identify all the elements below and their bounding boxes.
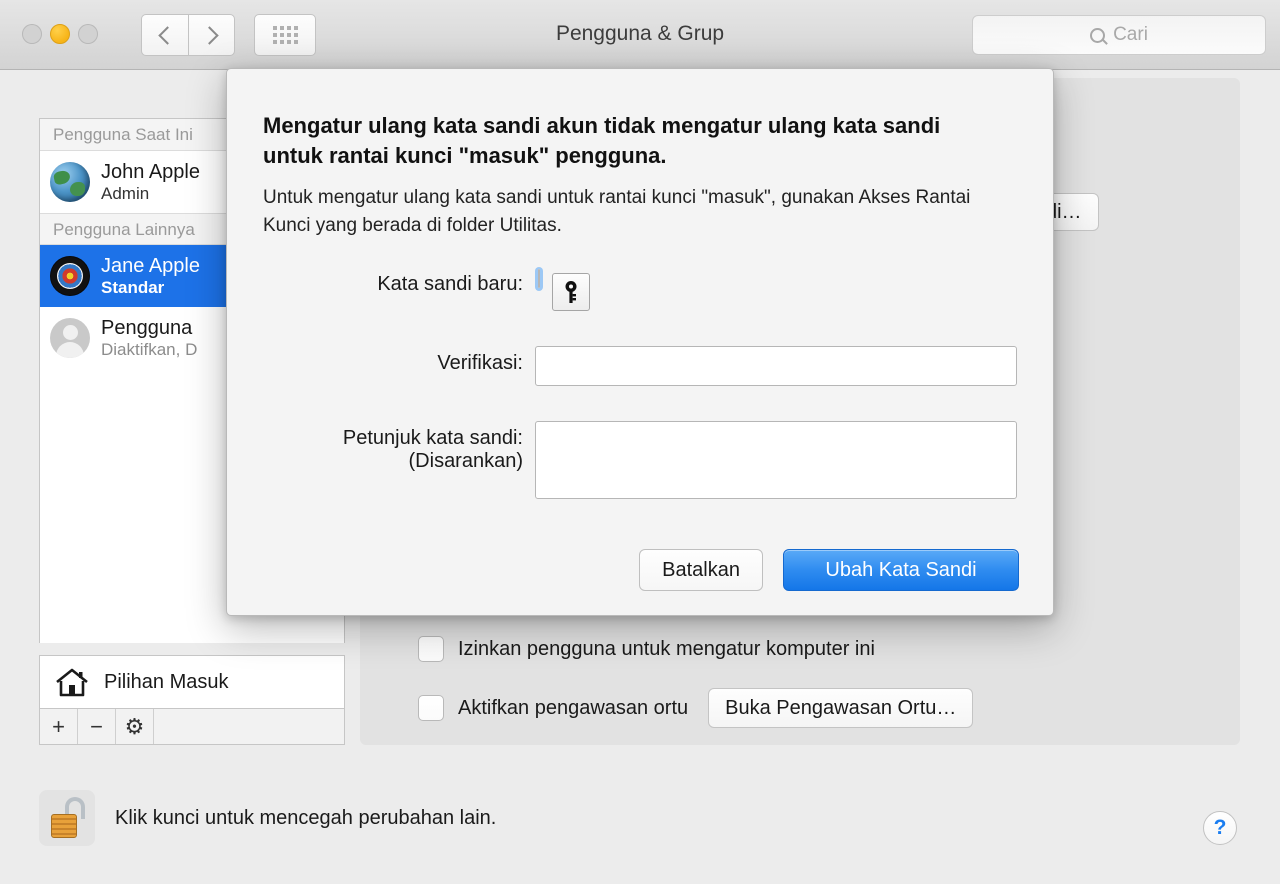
key-icon <box>565 281 577 303</box>
settings-gear-button[interactable]: ⚙ <box>116 709 154 744</box>
user-text: Pengguna Diaktifkan, D <box>101 317 197 360</box>
reset-password-dialog: Mengatur ulang kata sandi akun tidak men… <box>226 68 1054 616</box>
key-icon-button[interactable] <box>552 273 590 311</box>
padlock-body <box>51 814 77 838</box>
password-hint-label-main: Petunjuk kata sandi: <box>342 427 523 449</box>
parental-checkbox-row: Aktifkan pengawasan ortu Buka Pengawasan… <box>418 688 974 728</box>
dialog-body-text: Untuk mengatur ulang kata sandi untuk ra… <box>263 187 971 236</box>
dialog-title: Mengatur ulang kata sandi akun tidak men… <box>263 113 941 169</box>
lock-bar: Klik kunci untuk mencegah perubahan lain… <box>39 790 496 846</box>
users-list-toolbar: + − ⚙ <box>39 709 345 745</box>
user-name: John Apple <box>101 160 200 183</box>
verify-password-label: Verifikasi: <box>437 352 523 374</box>
new-password-row: Kata sandi baru: <box>263 267 1023 311</box>
lock-status-text: Klik kunci untuk mencegah perubahan lain… <box>115 806 497 829</box>
new-password-label: Kata sandi baru: <box>377 273 523 295</box>
cancel-button[interactable]: Batalkan <box>639 549 763 591</box>
system-preferences-window: Pengguna & Grup Cari ata Sandi… Izinkan … <box>0 0 1280 884</box>
user-text: John Apple Admin <box>101 161 200 204</box>
password-hint-field[interactable] <box>535 421 1017 499</box>
verify-password-field[interactable] <box>535 346 1017 386</box>
remove-user-button[interactable]: − <box>78 709 116 744</box>
user-name: Jane Apple <box>101 254 200 277</box>
password-hint-row: Petunjuk kata sandi: (Disarankan) <box>263 421 1023 499</box>
search-input[interactable]: Cari <box>972 15 1266 55</box>
open-parental-controls-button[interactable]: Buka Pengawasan Ortu… <box>708 688 974 728</box>
parental-controls-label: Aktifkan pengawasan ortu <box>458 696 689 719</box>
user-text: Jane Apple Standar <box>101 255 200 298</box>
user-role: Standar <box>101 277 165 297</box>
search-placeholder: Cari <box>1113 24 1148 45</box>
login-options-label: Pilihan Masuk <box>104 670 229 693</box>
allow-admin-label: Izinkan pengguna untuk mengatur komputer… <box>458 637 875 660</box>
allow-admin-checkbox[interactable] <box>418 636 444 662</box>
password-hint-label-sub: (Disarankan) <box>408 450 523 472</box>
target-avatar <box>50 256 90 296</box>
admin-checkbox-row: Izinkan pengguna untuk mengatur komputer… <box>418 636 875 662</box>
unlocked-padlock-icon[interactable] <box>39 790 95 846</box>
search-icon <box>1090 27 1106 43</box>
user-name: Pengguna <box>101 316 193 339</box>
help-button[interactable]: ? <box>1203 811 1237 845</box>
login-options-item[interactable]: Pilihan Masuk <box>39 655 345 709</box>
new-password-focus-ring <box>535 267 543 291</box>
verify-password-row: Verifikasi: <box>263 346 1023 386</box>
user-role: Diaktifkan, D <box>101 339 198 359</box>
globe-avatar <box>50 162 90 202</box>
house-icon <box>54 666 90 698</box>
window-titlebar: Pengguna & Grup Cari <box>0 0 1280 70</box>
parental-controls-checkbox[interactable] <box>418 695 444 721</box>
dialog-buttons: Batalkan Ubah Kata Sandi <box>227 549 1055 591</box>
password-hint-label: Petunjuk kata sandi: (Disarankan) <box>263 421 535 473</box>
add-user-button[interactable]: + <box>40 709 78 744</box>
user-role: Admin <box>101 183 150 203</box>
change-password-button[interactable]: Ubah Kata Sandi <box>783 549 1019 591</box>
person-avatar <box>50 318 90 358</box>
new-password-field[interactable] <box>538 269 540 288</box>
